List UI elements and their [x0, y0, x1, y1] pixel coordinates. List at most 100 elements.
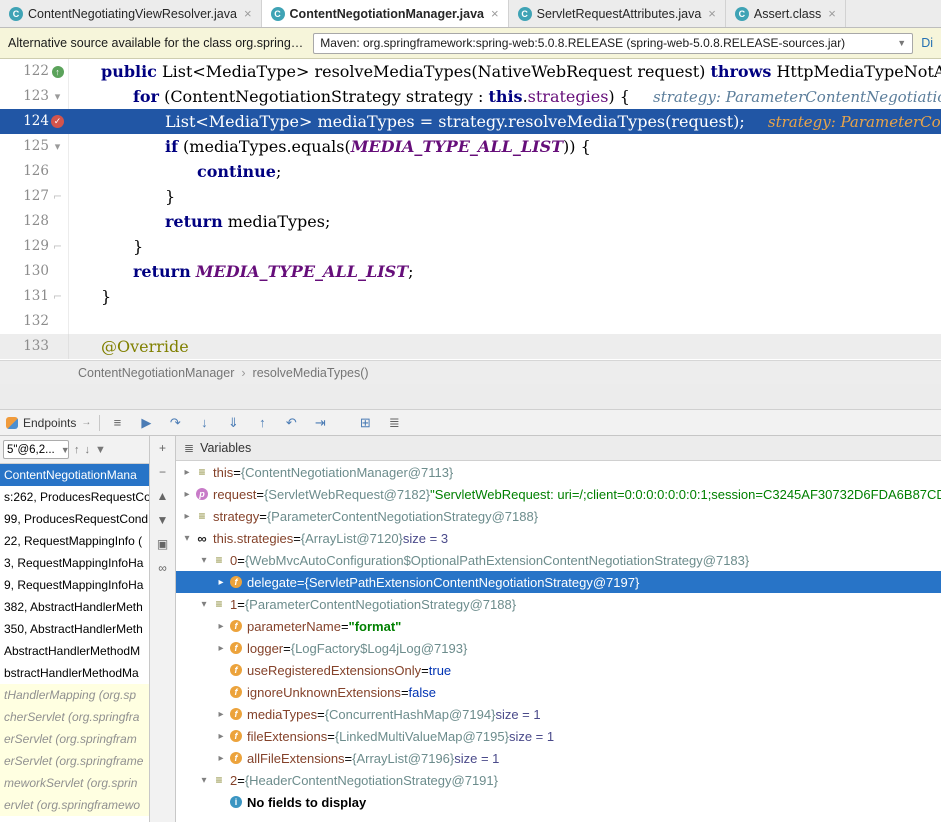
expand-icon[interactable]: ▸: [214, 621, 228, 632]
source-jar-combobox[interactable]: Maven: org.springframework:spring-web:5.…: [313, 33, 913, 54]
tab-close-icon[interactable]: ×: [491, 6, 499, 21]
code-text[interactable]: }: [68, 284, 941, 309]
frame-item[interactable]: ContentNegotiationMana: [0, 464, 149, 486]
frame-item[interactable]: ervlet (org.springframewo: [0, 794, 149, 816]
code-text[interactable]: [68, 309, 941, 334]
breadcrumb-method[interactable]: resolveMediaTypes(): [253, 366, 369, 380]
frame-down-icon[interactable]: ↓: [85, 444, 91, 456]
expand-icon[interactable]: ▸: [180, 511, 194, 522]
frame-up-icon[interactable]: ↑: [74, 444, 80, 456]
view-menu-icon[interactable]: ≡: [108, 415, 126, 430]
tab-endpoints[interactable]: Endpoints →: [6, 416, 91, 430]
variable-row[interactable]: ▸fallFileExtensions = {ArrayList@7196} s…: [176, 747, 941, 769]
editor-tab[interactable]: CContentNegotiatingViewResolver.java×: [0, 0, 262, 27]
remove-watch-icon[interactable]: −: [155, 465, 171, 479]
expand-icon[interactable]: ▸: [214, 643, 228, 654]
variable-row[interactable]: ▸fmediaTypes = {ConcurrentHashMap@7194} …: [176, 703, 941, 725]
frame-item[interactable]: cherServlet (org.springfra: [0, 706, 149, 728]
code-text[interactable]: }: [68, 234, 941, 259]
expand-icon[interactable]: ▸: [214, 731, 228, 742]
add-watch-icon[interactable]: +: [155, 441, 171, 455]
tab-close-icon[interactable]: ×: [244, 6, 252, 21]
variable-row[interactable]: ▸flogger = {LogFactory$Log4jLog@7193}: [176, 637, 941, 659]
tab-close-icon[interactable]: ×: [708, 6, 716, 21]
variable-row[interactable]: ▾≡2 = {HeaderContentNegotiationStrategy@…: [176, 769, 941, 791]
force-step-into-icon[interactable]: ⇓: [224, 415, 242, 431]
frame-item[interactable]: 382, AbstractHandlerMeth: [0, 596, 149, 618]
drop-frame-icon[interactable]: ↶: [282, 415, 300, 431]
variable-row[interactable]: ▸fparameterName = "format": [176, 615, 941, 637]
disable-link[interactable]: Di: [921, 36, 933, 50]
variable-row[interactable]: ▾≡0 = {WebMvcAutoConfiguration$OptionalP…: [176, 549, 941, 571]
show-execution-point-icon[interactable]: ▶: [137, 415, 155, 431]
step-into-icon[interactable]: ↓: [195, 415, 213, 430]
variable-row[interactable]: ▾∞this.strategies = {ArrayList@7120} siz…: [176, 527, 941, 549]
layout-settings-icon[interactable]: ≣: [385, 415, 403, 431]
code-text[interactable]: return MEDIA_TYPE_ALL_LIST;: [68, 259, 941, 284]
code-text[interactable]: for (ContentNegotiationStrategy strategy…: [68, 84, 941, 109]
code-text[interactable]: if (mediaTypes.equals(MEDIA_TYPE_ALL_LIS…: [68, 134, 941, 159]
show-watches-icon[interactable]: ∞: [155, 561, 171, 575]
expand-icon[interactable]: ▸: [180, 467, 194, 478]
code-text[interactable]: @Override: [68, 334, 941, 359]
frame-item[interactable]: erServlet (org.springframe: [0, 750, 149, 772]
variable-row[interactable]: ▸≡this = {ContentNegotiationManager@7113…: [176, 461, 941, 483]
code-text[interactable]: return mediaTypes;: [68, 209, 941, 234]
collapse-icon[interactable]: ▾: [197, 775, 211, 786]
fold-icon[interactable]: ▾: [55, 84, 61, 109]
code-text[interactable]: }: [68, 184, 941, 209]
debug-bottom-area: 5"@6,2... ▼ ↑ ↓ ▼ ContentNegotiationMana…: [0, 436, 941, 822]
move-watch-down-icon[interactable]: ▼: [155, 513, 171, 527]
move-watch-up-icon[interactable]: ▲: [155, 489, 171, 503]
frame-item[interactable]: tHandlerMapping (org.sp: [0, 684, 149, 706]
filter-icon[interactable]: ▼: [95, 444, 106, 456]
frame-item[interactable]: 99, ProducesRequestCond: [0, 508, 149, 530]
editor-tab[interactable]: CServletRequestAttributes.java×: [509, 0, 726, 27]
frame-item[interactable]: 350, AbstractHandlerMeth: [0, 618, 149, 640]
implements-method-icon[interactable]: ↑: [52, 66, 64, 78]
editor-code[interactable]: 122↑public List<MediaType> resolveMediaT…: [0, 59, 941, 360]
step-out-icon[interactable]: ↑: [253, 415, 271, 430]
frame-item[interactable]: s:262, ProducesRequestCo: [0, 486, 149, 508]
expand-icon[interactable]: ▸: [214, 753, 228, 764]
frame-item[interactable]: erServlet (org.springfram: [0, 728, 149, 750]
tab-close-icon[interactable]: ×: [828, 6, 836, 21]
expand-icon[interactable]: ▸: [180, 489, 194, 500]
fold-end-icon[interactable]: ⌐: [53, 284, 62, 309]
run-to-cursor-icon[interactable]: ⇥: [311, 415, 329, 431]
variable-row[interactable]: fuseRegisteredExtensionsOnly = true: [176, 659, 941, 681]
breakpoint-icon[interactable]: ✓: [51, 115, 64, 128]
code-text[interactable]: List<MediaType> mediaTypes = strategy.re…: [68, 109, 941, 134]
variable-row[interactable]: ▾≡1 = {ParameterContentNegotiationStrate…: [176, 593, 941, 615]
expand-icon[interactable]: ▸: [214, 709, 228, 720]
step-over-icon[interactable]: ↷: [166, 415, 184, 431]
frame-item[interactable]: bstractHandlerMethodMa: [0, 662, 149, 684]
fold-icon[interactable]: ▾: [55, 134, 61, 159]
editor-tab[interactable]: CAssert.class×: [726, 0, 846, 27]
thread-selector-combobox[interactable]: 5"@6,2... ▼: [3, 440, 69, 459]
collapse-icon[interactable]: ▾: [197, 599, 211, 610]
duplicate-watch-icon[interactable]: ▣: [155, 537, 171, 551]
fold-end-icon[interactable]: ⌐: [53, 234, 62, 259]
variable-row[interactable]: ▸fdelegate = {ServletPathExtensionConten…: [176, 571, 941, 593]
frame-item[interactable]: 3, RequestMappingInfoHa: [0, 552, 149, 574]
frame-item[interactable]: 22, RequestMappingInfo (: [0, 530, 149, 552]
frame-item[interactable]: 9, RequestMappingInfoHa: [0, 574, 149, 596]
breadcrumb-class[interactable]: ContentNegotiationManager: [78, 366, 234, 380]
code-text[interactable]: continue;: [68, 159, 941, 184]
expand-icon[interactable]: ▸: [214, 577, 228, 588]
variable-row[interactable]: ▸ffileExtensions = {LinkedMultiValueMap@…: [176, 725, 941, 747]
variable-row[interactable]: fignoreUnknownExtensions = false: [176, 681, 941, 703]
variable-row[interactable]: iNo fields to display: [176, 791, 941, 813]
frame-item[interactable]: AbstractHandlerMethodM: [0, 640, 149, 662]
variable-row[interactable]: ▸≡strategy = {ParameterContentNegotiatio…: [176, 505, 941, 527]
variables-menu-icon[interactable]: ≣: [184, 441, 194, 455]
collapse-icon[interactable]: ▾: [180, 533, 194, 544]
code-text[interactable]: public List<MediaType> resolveMediaTypes…: [68, 59, 941, 84]
fold-end-icon[interactable]: ⌐: [53, 184, 62, 209]
collapse-icon[interactable]: ▾: [197, 555, 211, 566]
editor-tab[interactable]: CContentNegotiationManager.java×: [262, 0, 509, 27]
evaluate-expression-icon[interactable]: ⊞: [356, 415, 374, 431]
frame-item[interactable]: meworkServlet (org.sprin: [0, 772, 149, 794]
variable-row[interactable]: ▸prequest = {ServletWebRequest@7182} "Se…: [176, 483, 941, 505]
